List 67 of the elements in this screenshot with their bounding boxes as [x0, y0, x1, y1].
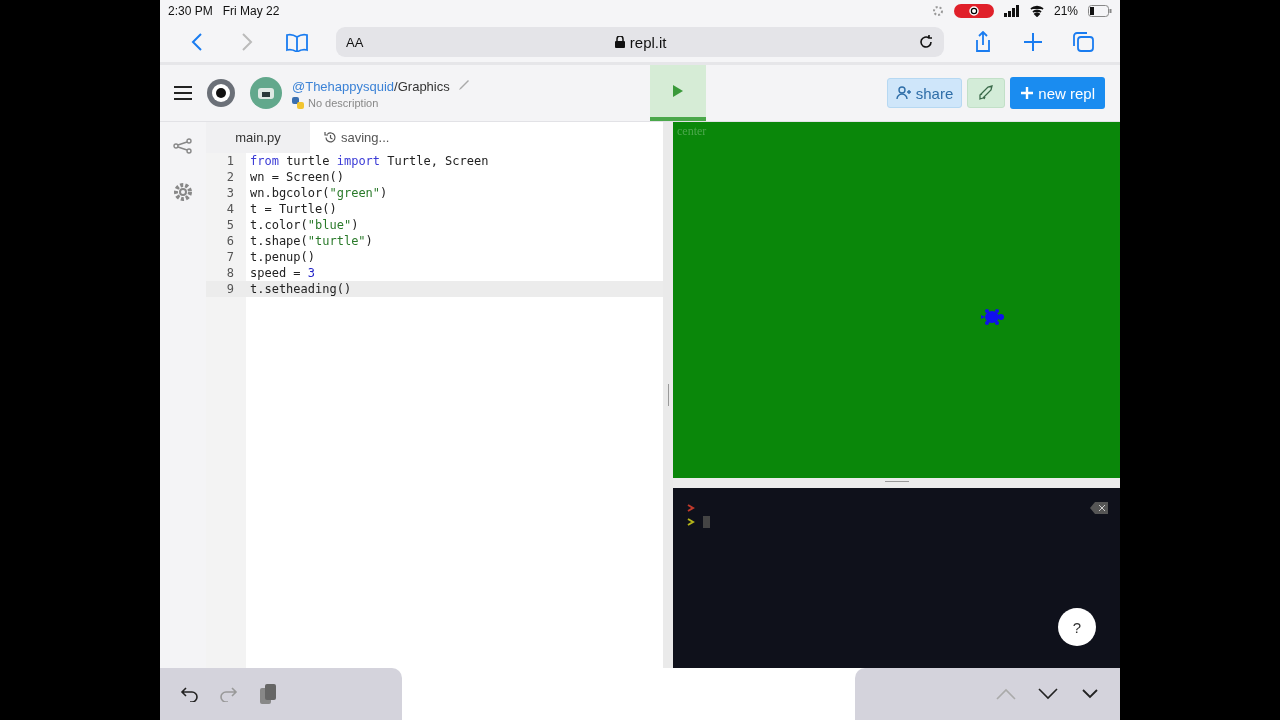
run-button[interactable] — [650, 65, 707, 121]
forward-icon — [241, 32, 253, 52]
play-icon — [673, 85, 684, 97]
battery-icon — [1088, 5, 1112, 17]
tabs-icon[interactable] — [1071, 31, 1095, 53]
python-icon — [292, 97, 304, 109]
book-icon[interactable] — [285, 32, 309, 52]
help-button[interactable]: ? — [1058, 608, 1096, 646]
share-icon[interactable] — [973, 31, 993, 53]
signal-icon — [1003, 5, 1020, 17]
loading-icon — [931, 5, 944, 17]
code-line: 5 t.color("blue") — [206, 217, 663, 233]
pencil-icon[interactable] — [457, 79, 470, 91]
reload-icon[interactable] — [918, 34, 934, 50]
share-nodes-icon[interactable] — [173, 138, 193, 154]
console-cursor — [703, 516, 710, 528]
line-number: 4 — [225, 202, 234, 216]
line-number: 5 — [225, 218, 234, 232]
undo-icon[interactable] — [180, 686, 198, 702]
file-tab[interactable]: main.py — [206, 122, 310, 153]
battery-level: 21% — [1053, 4, 1078, 18]
line-number: 8 — [225, 266, 234, 280]
avatar[interactable] — [250, 77, 282, 109]
chevron-up-icon — [996, 688, 1016, 700]
clear-console-icon[interactable] — [1090, 502, 1108, 514]
logo-icon[interactable] — [206, 78, 236, 108]
code-line: 6 t.shape("turtle") — [206, 233, 663, 249]
menu-icon[interactable] — [173, 85, 193, 101]
keyboard-dismiss-icon[interactable] — [1080, 688, 1100, 700]
code-line: 7 t.penup() — [206, 249, 663, 265]
code-line: 8 speed = 3 — [206, 265, 663, 281]
plus-icon[interactable] — [1023, 32, 1043, 52]
back-icon[interactable] — [191, 32, 203, 52]
add-user-icon — [895, 86, 912, 100]
code-line: 2 wn = Screen() — [206, 169, 663, 185]
deploy-button[interactable] — [967, 78, 1006, 108]
url-text: repl.it — [629, 33, 667, 51]
address-bar[interactable]: AA repl.it — [336, 27, 944, 57]
line-number: 2 — [225, 170, 234, 184]
text-size-button[interactable]: AA — [346, 34, 364, 50]
line-number: 9 — [225, 282, 234, 296]
turtle-icon — [981, 309, 1005, 325]
share-button[interactable]: share — [886, 78, 963, 108]
code-line: 4 t = Turtle() — [206, 201, 663, 217]
line-number: 7 — [225, 250, 234, 264]
line-number: 1 — [225, 154, 234, 168]
recording-indicator — [953, 4, 994, 18]
canvas-label: center — [677, 124, 707, 139]
clipboard-icon[interactable] — [260, 684, 276, 704]
code-line: 1 from turtle import Turtle, Screen — [206, 153, 663, 169]
owner-link[interactable]: @Thehappysquid — [292, 78, 395, 94]
status-time: 2:30 PM — [168, 4, 213, 18]
plus-icon — [1020, 86, 1035, 100]
wifi-icon — [1029, 5, 1044, 17]
console-panel[interactable]: ? — [673, 488, 1120, 668]
lock-icon — [614, 36, 625, 48]
line-number: 3 — [225, 186, 234, 200]
history-icon — [324, 131, 337, 144]
settings-icon[interactable] — [173, 182, 193, 202]
chevron-down-icon[interactable] — [1038, 688, 1058, 700]
repl-name: /Graphics — [394, 78, 450, 94]
save-status: saving... — [341, 130, 390, 145]
code-line: 3 wn.bgcolor("green") — [206, 185, 663, 201]
repl-description: No description — [308, 97, 379, 109]
status-date: Fri May 22 — [222, 4, 280, 18]
redo-icon — [220, 686, 238, 702]
line-number: 6 — [225, 234, 234, 248]
